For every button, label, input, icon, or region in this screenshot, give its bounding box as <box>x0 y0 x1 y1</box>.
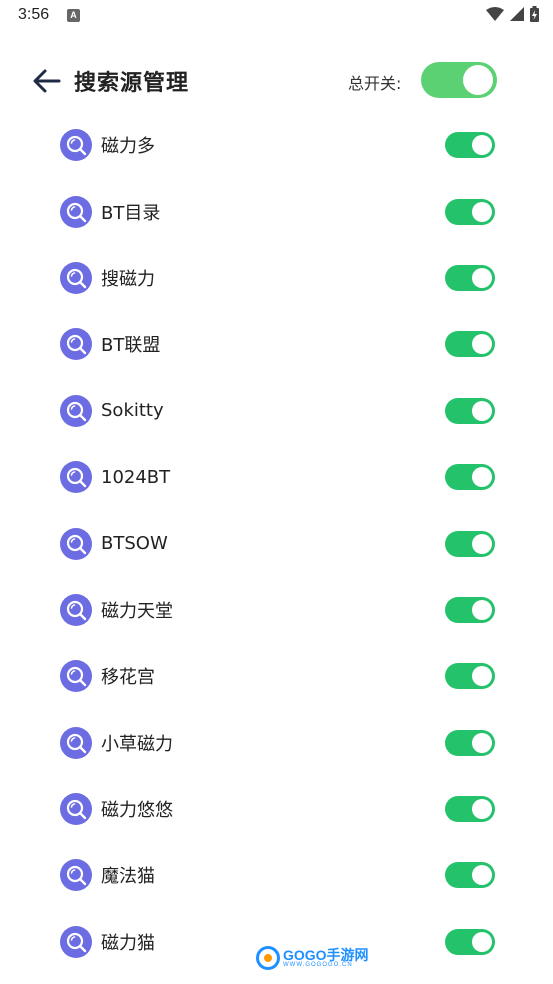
watermark-text: GOGO手游网 WWW.GOGOGO.CN <box>283 948 369 968</box>
watermark-sub: WWW.GOGOGO.CN <box>283 962 353 968</box>
status-bar: 3:56 A <box>0 0 553 32</box>
search-icon <box>60 261 92 294</box>
search-icon <box>60 129 92 162</box>
source-toggle[interactable] <box>445 132 495 159</box>
toggle-knob <box>472 533 492 554</box>
toggle-knob <box>472 732 492 753</box>
source-row: 磁力天堂 <box>0 577 553 643</box>
source-label: 磁力猫 <box>101 932 155 954</box>
source-label: 移花宫 <box>101 667 155 689</box>
source-row: Sokitty <box>0 378 553 444</box>
source-toggle[interactable] <box>445 862 495 889</box>
search-icon <box>60 461 92 494</box>
source-label: 磁力多 <box>101 136 155 158</box>
toggle-knob <box>472 799 492 820</box>
source-toggle[interactable] <box>445 663 495 690</box>
source-toggle[interactable] <box>445 464 495 491</box>
toggle-knob <box>472 334 492 355</box>
source-toggle[interactable] <box>445 596 495 623</box>
search-icon <box>60 527 92 560</box>
source-label: BT联盟 <box>101 335 161 357</box>
search-icon <box>60 660 92 693</box>
search-icon <box>60 925 92 958</box>
status-icons <box>486 6 539 22</box>
watermark-logo-icon <box>256 946 280 970</box>
back-button[interactable] <box>30 64 64 98</box>
search-icon <box>60 328 92 361</box>
search-icon <box>60 859 92 892</box>
source-row: 移花宫 <box>0 643 553 709</box>
arrow-left-icon <box>33 69 61 93</box>
source-toggle[interactable] <box>445 264 495 291</box>
source-list: 磁力多 BT目录搜磁力 BT联盟 Sokitty 1024BT BTSOW 磁力天堂移花宫小… <box>0 112 553 975</box>
source-toggle[interactable] <box>445 928 495 955</box>
source-label: 小草磁力 <box>101 733 173 755</box>
source-row: 魔法猫 <box>0 842 553 908</box>
source-label: 磁力天堂 <box>101 600 173 622</box>
page-title: 搜索源管理 <box>74 71 190 96</box>
battery-icon <box>530 6 539 22</box>
toggle-knob <box>472 201 492 222</box>
watermark: GOGO手游网 WWW.GOGOGO.CN <box>256 946 369 970</box>
toggle-knob <box>472 865 492 886</box>
search-icon <box>60 593 92 626</box>
toggle-knob <box>472 467 492 488</box>
source-toggle[interactable] <box>445 729 495 756</box>
search-icon <box>60 793 92 826</box>
wifi-icon <box>486 7 504 21</box>
toggle-knob <box>472 135 492 156</box>
source-label: 魔法猫 <box>101 866 155 888</box>
toggle-knob <box>472 400 492 421</box>
source-row: BT联盟 <box>0 311 553 377</box>
toggle-knob <box>463 65 493 95</box>
source-label: Sokitty <box>101 400 164 422</box>
source-toggle[interactable] <box>445 397 495 424</box>
toggle-knob <box>472 267 492 288</box>
source-label: 搜磁力 <box>101 268 155 290</box>
source-label: 1024BT <box>101 466 171 488</box>
master-switch-toggle[interactable] <box>421 62 497 98</box>
source-row: 磁力悠悠 <box>0 776 553 842</box>
toggle-knob <box>472 666 492 687</box>
source-row: 小草磁力 <box>0 710 553 776</box>
source-label: BTSOW <box>101 533 168 555</box>
source-row: 搜磁力 <box>0 245 553 311</box>
cell-signal-icon <box>510 7 524 21</box>
source-toggle[interactable] <box>445 796 495 823</box>
status-time: 3:56 <box>18 6 50 23</box>
source-toggle[interactable] <box>445 530 495 557</box>
notification-a-icon: A <box>67 9 80 22</box>
source-label: 磁力悠悠 <box>101 800 173 822</box>
source-label: BT目录 <box>101 202 161 224</box>
source-toggle[interactable] <box>445 198 495 225</box>
source-row: BTSOW <box>0 510 553 576</box>
source-row: BT目录 <box>0 178 553 244</box>
toggle-knob <box>472 931 492 952</box>
master-switch-label: 总开关: <box>348 74 402 93</box>
search-icon <box>60 394 92 427</box>
source-row: 磁力多 <box>0 112 553 178</box>
search-icon <box>60 195 92 228</box>
app-header: 搜索源管理 总开关: <box>0 50 553 110</box>
watermark-main: GOGO手游网 <box>283 947 369 963</box>
source-toggle[interactable] <box>445 331 495 358</box>
search-icon <box>60 726 92 759</box>
source-row: 1024BT <box>0 444 553 510</box>
toggle-knob <box>472 599 492 620</box>
